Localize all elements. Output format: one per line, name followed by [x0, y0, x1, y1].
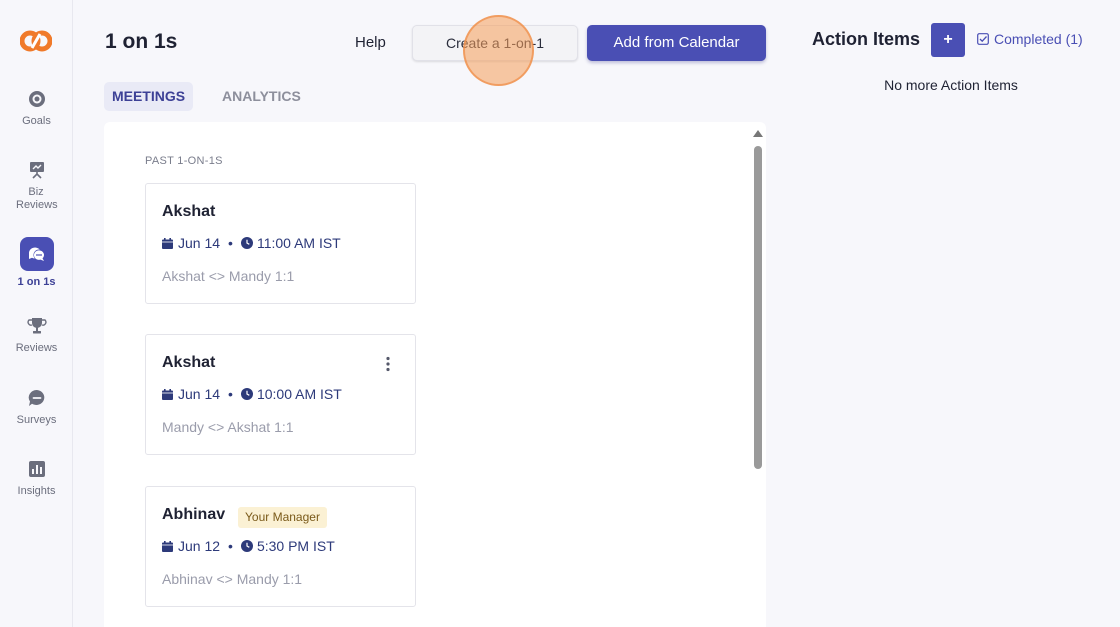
sidebar-item-insights[interactable]: Insights [0, 459, 73, 498]
meeting-datetime: Jun 14 • 11:00 AM IST [162, 235, 341, 251]
sidebar-item-biz-reviews[interactable]: Biz Reviews [0, 160, 73, 212]
sidebar-item-label: Goals [22, 115, 51, 127]
tab-analytics[interactable]: ANALYTICS [222, 82, 301, 111]
sidebar-item-label: Surveys [16, 414, 57, 426]
sidebar: Goals Biz Reviews 1 on 1s Reviews Survey… [0, 0, 73, 627]
meeting-card[interactable]: Abhinav Your Manager Jun 12 • 5:30 PM IS… [145, 486, 416, 607]
meetings-panel: PAST 1-ON-1S Akshat Jun 14 • 11:00 AM IS… [104, 122, 766, 627]
chat-bubbles-icon [28, 247, 44, 261]
tab-meetings[interactable]: MEETINGS [104, 82, 193, 111]
app-logo-icon[interactable] [20, 28, 52, 54]
scroll-up-arrow-icon[interactable] [753, 130, 763, 137]
meeting-datetime: Jun 14 • 10:00 AM IST [162, 386, 342, 402]
meeting-date: Jun 14 [178, 235, 221, 251]
page-title: 1 on 1s [105, 30, 178, 53]
sidebar-item-label: 1 on 1s [17, 276, 56, 288]
sidebar-item-label: Reviews [15, 342, 58, 354]
separator-dot: • [228, 235, 233, 251]
completed-action-items-link[interactable]: Completed (1) [977, 31, 1083, 47]
meeting-time: 10:00 AM IST [256, 386, 342, 402]
scroll-thumb[interactable] [754, 146, 762, 469]
meeting-card[interactable]: Akshat Jun 14 • 11:00 AM IST Akshat <> M… [145, 183, 416, 304]
separator-dot: • [228, 386, 233, 402]
sidebar-item-label: Insights [17, 485, 56, 497]
presentation-icon [29, 162, 44, 179]
target-icon [28, 91, 45, 107]
clock-icon [240, 540, 253, 552]
meeting-title: Akshat <> Mandy 1:1 [162, 268, 295, 284]
meeting-title: Abhinav <> Mandy 1:1 [162, 571, 303, 587]
manager-badge: Your Manager [238, 507, 327, 528]
calendar-icon [162, 237, 173, 249]
sidebar-item-surveys[interactable]: Surveys [0, 388, 73, 427]
active-indicator [19, 237, 54, 271]
add-from-calendar-button[interactable]: Add from Calendar [587, 25, 766, 61]
survey-bubble-icon [28, 389, 44, 406]
meeting-card[interactable]: Akshat Jun 14 • 10:00 AM IST Mandy <> Ak… [145, 334, 416, 455]
clock-icon [240, 388, 253, 400]
checkbox-checked-icon [977, 33, 989, 45]
create-1-on-1-button[interactable]: Create a 1-on-1 [412, 25, 578, 61]
calendar-icon [162, 540, 173, 552]
meeting-participant-name: Akshat [162, 203, 216, 220]
meeting-time: 5:30 PM IST [256, 538, 335, 554]
sidebar-item-reviews[interactable]: Reviews [0, 316, 73, 355]
app-window: Goals Biz Reviews 1 on 1s Reviews Survey… [0, 0, 1120, 627]
sidebar-item-label: Biz Reviews [16, 186, 58, 211]
more-options-icon[interactable] [383, 356, 393, 372]
meeting-datetime: Jun 12 • 5:30 PM IST [162, 538, 335, 554]
meetings-scrollbar[interactable] [750, 126, 766, 627]
sidebar-item-1-on-1s[interactable]: 1 on 1s [0, 237, 73, 289]
section-label: PAST 1-ON-1S [145, 155, 223, 167]
meeting-participant-name: Akshat [162, 354, 216, 371]
clock-icon [240, 237, 253, 249]
calendar-icon [162, 388, 173, 400]
add-action-item-button[interactable]: + [931, 23, 965, 57]
meeting-date: Jun 14 [178, 386, 221, 402]
help-link[interactable]: Help [355, 34, 386, 51]
sidebar-item-goals[interactable]: Goals [0, 89, 73, 128]
trophy-icon [26, 318, 47, 334]
action-items-title: Action Items [812, 29, 921, 49]
meeting-date: Jun 12 [178, 538, 221, 554]
meeting-time: 11:00 AM IST [256, 235, 341, 251]
separator-dot: • [228, 538, 233, 554]
action-items-empty-state: No more Action Items [884, 77, 1018, 93]
bar-chart-icon [28, 461, 45, 477]
completed-label: Completed (1) [994, 31, 1083, 47]
meeting-participant-name: Abhinav [162, 506, 226, 523]
meeting-title: Mandy <> Akshat 1:1 [162, 419, 294, 435]
